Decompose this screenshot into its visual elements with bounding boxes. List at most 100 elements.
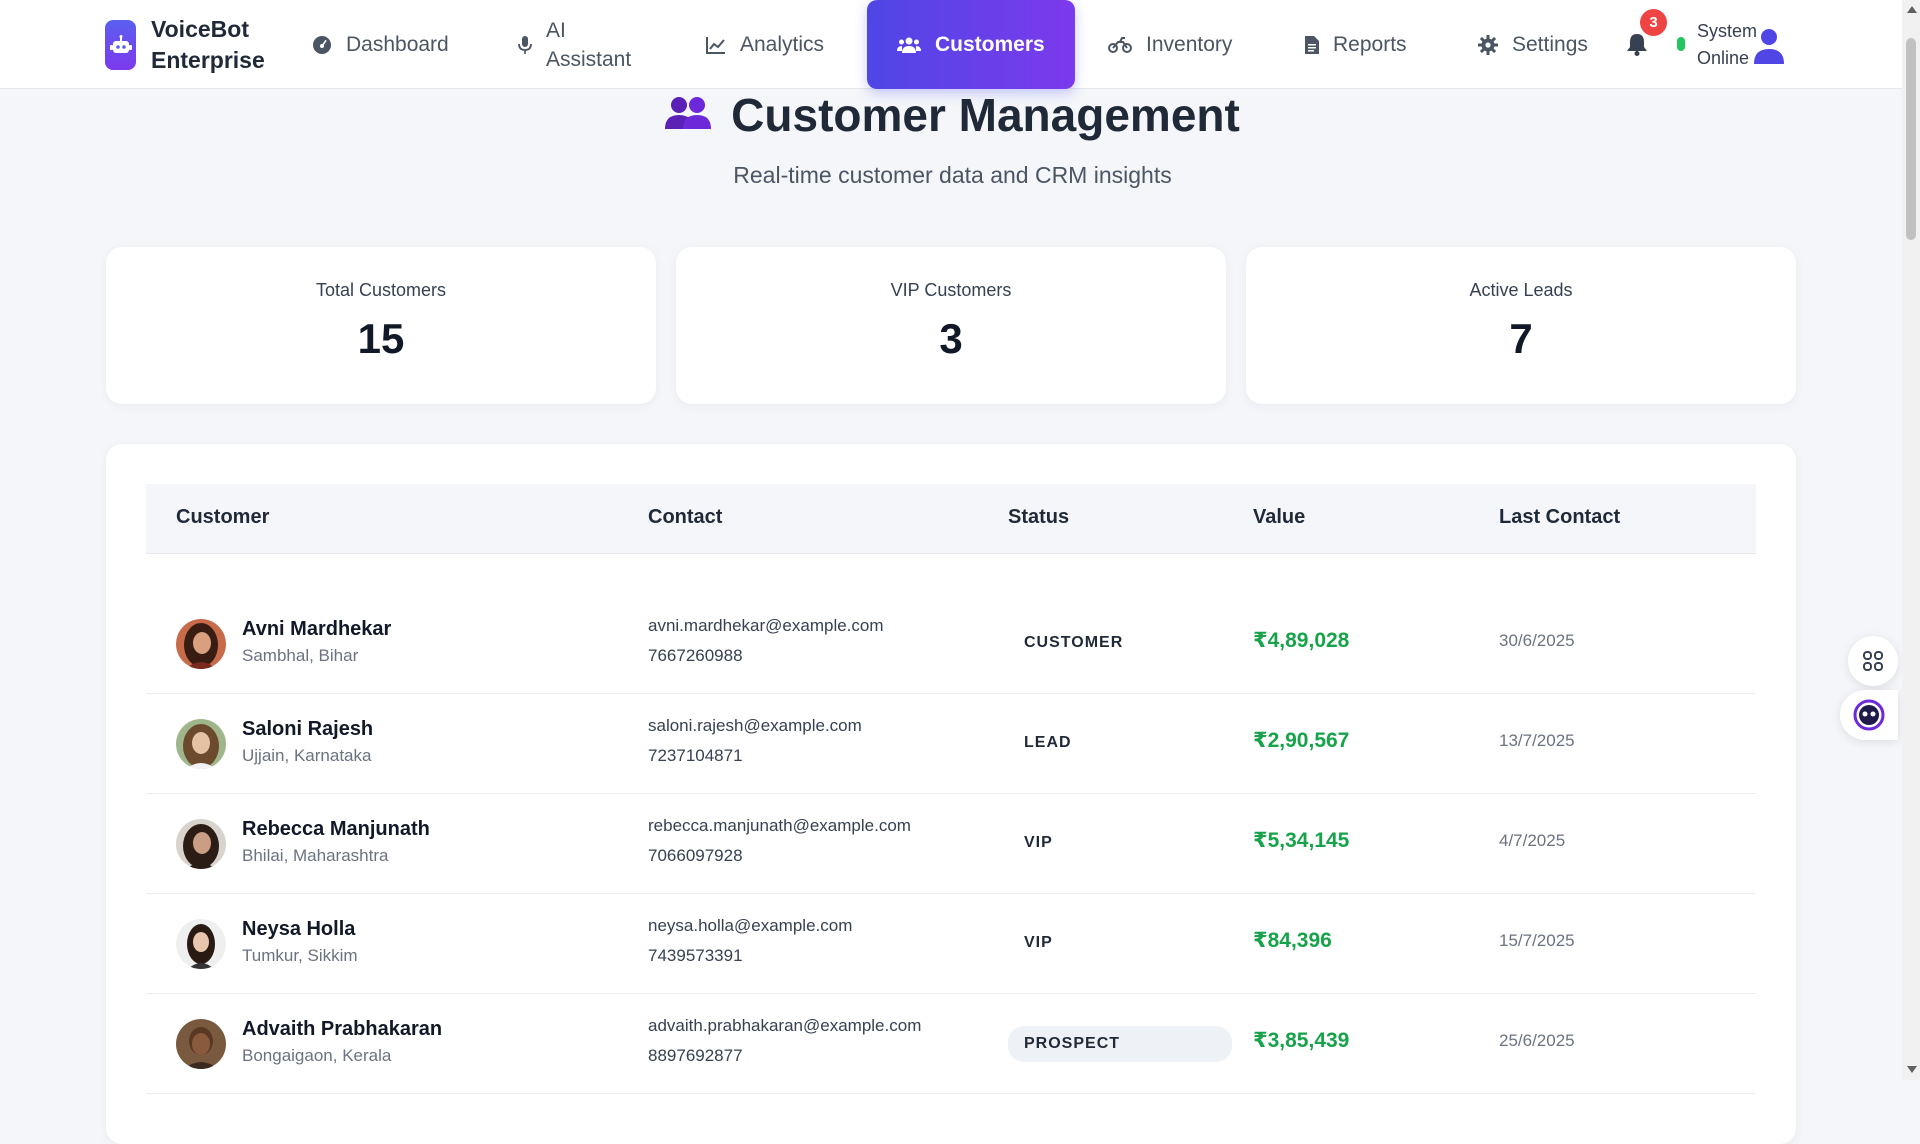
nav-label-settings: Settings [1512,32,1588,56]
brand[interactable]: VoiceBot Enterprise [105,14,265,76]
nav-label-assistant: Assistant [546,47,632,71]
stat-value: 3 [939,315,963,362]
gauge-icon [312,35,332,55]
line-chart-icon [706,36,726,54]
stat-value: 15 [357,315,405,362]
status-badge: LEAD [1024,734,1072,751]
table-row[interactable]: Advaith Prabhakaran Bongaigaon, Kerala a… [146,994,1756,1094]
customer-name: Neysa Holla [242,918,356,940]
nav-label-ai-assistant: AI Assistant [546,16,631,74]
table-header-row: Customer Contact Status Value Last Conta… [146,484,1756,554]
users-icon [897,36,921,54]
page-subtitle: Real-time customer data and CRM insights [733,162,1172,188]
nav-label-ai: AI [546,18,566,42]
column-header-status[interactable]: Status [1008,506,1069,529]
status-badge: PROSPECT [1008,1026,1232,1062]
stat-label: Active Leads [1469,280,1573,300]
online-status-dot [1677,37,1685,51]
nav-label-reports: Reports [1333,32,1407,56]
customer-email[interactable]: advaith.prabhakaran@example.com [648,1016,921,1036]
brand-name-line2: Enterprise [151,47,265,73]
brand-name: VoiceBot Enterprise [151,14,265,76]
table-row[interactable]: Rebecca Manjunath Bhilai, Maharashtra re… [146,794,1756,894]
column-header-value[interactable]: Value [1253,506,1305,529]
top-navbar: VoiceBot Enterprise Dashboard AI Assista… [0,0,1920,89]
scroll-up-arrow-icon[interactable] [1907,6,1917,13]
document-icon [1305,35,1319,54]
customer-email[interactable]: saloni.rajesh@example.com [648,716,862,736]
stat-card-active-leads: Active Leads 7 [1246,247,1796,404]
column-header-customer[interactable]: Customer [176,506,269,529]
customer-email[interactable]: neysa.holla@example.com [648,916,852,936]
status-badge: CUSTOMER [1024,634,1124,651]
nav-label-dashboard: Dashboard [346,32,449,56]
customer-value: ₹84,396 [1253,929,1332,952]
page-title: Customer Management [731,89,1240,141]
table-row[interactable]: Avni Mardhekar Sambhal, Bihar avni.mardh… [146,594,1756,694]
page-scrollbar[interactable] [1902,0,1920,1080]
customer-phone[interactable]: 7439573391 [648,946,743,966]
nav-item-customers[interactable]: Customers [867,0,1075,89]
customer-name: Rebecca Manjunath [242,818,430,840]
status-badge: VIP [1024,934,1053,951]
table-row[interactable]: Neysa Holla Tumkur, Sikkim neysa.holla@e… [146,894,1756,994]
nav-item-ai-assistant[interactable]: AI Assistant [518,0,631,89]
avatar [176,919,226,969]
customer-table-card: Customer Contact Status Value Last Conta… [106,444,1796,1144]
nav-item-analytics[interactable]: Analytics [706,0,824,89]
page-header: Customer Management Real-time customer d… [0,86,1905,189]
nav-item-dashboard[interactable]: Dashboard [312,0,449,89]
customer-value: ₹2,90,567 [1253,729,1350,752]
status-badge: VIP [1024,834,1053,851]
avatar [176,819,226,869]
scrollbar-thumb[interactable] [1906,38,1916,240]
users-icon [665,95,712,136]
nav-item-settings[interactable]: Settings [1478,0,1588,89]
customer-location: Sambhal, Bihar [242,646,359,665]
stat-value: 7 [1509,315,1533,362]
bell-icon[interactable] [1626,32,1648,61]
last-contact-date: 13/7/2025 [1499,731,1575,750]
customer-location: Ujjain, Karnataka [242,746,372,765]
customer-phone[interactable]: 8897692877 [648,1046,743,1066]
column-header-last-contact[interactable]: Last Contact [1499,506,1620,529]
customer-value: ₹3,85,439 [1253,1029,1350,1052]
motorcycle-icon [1108,36,1132,53]
last-contact-date: 30/6/2025 [1499,631,1575,650]
customer-value: ₹5,34,145 [1253,829,1350,852]
assistant-bot-icon[interactable] [1840,690,1898,740]
stat-label: VIP Customers [890,280,1012,300]
customer-value: ₹4,89,028 [1253,629,1350,652]
customer-phone[interactable]: 7667260988 [648,646,743,666]
last-contact-date: 4/7/2025 [1499,831,1566,850]
last-contact-date: 25/6/2025 [1499,1031,1575,1050]
avatar [176,719,226,769]
nav-label-analytics: Analytics [740,32,825,56]
nav-label-inventory: Inventory [1146,32,1233,56]
customer-email[interactable]: rebecca.manjunath@example.com [648,816,911,836]
customer-location: Bongaigaon, Kerala [242,1046,392,1065]
customer-email[interactable]: avni.mardhekar@example.com [648,616,884,636]
nav-label-customers: Customers [935,32,1045,56]
nav-item-reports[interactable]: Reports [1305,0,1407,89]
command-icon[interactable] [1848,636,1898,686]
gear-icon [1478,34,1498,55]
column-header-contact[interactable]: Contact [648,506,722,529]
customer-phone[interactable]: 7066097928 [648,846,743,866]
stat-card-vip-customers: VIP Customers 3 [676,247,1226,404]
microphone-icon [518,35,532,55]
customer-phone[interactable]: 7237104871 [648,746,743,766]
table-row[interactable]: Saloni Rajesh Ujjain, Karnataka saloni.r… [146,694,1756,794]
last-contact-date: 15/7/2025 [1499,931,1575,950]
scroll-down-arrow-icon[interactable] [1907,1066,1917,1073]
notification-badge: 3 [1640,9,1667,36]
avatar [176,1019,226,1069]
user-avatar-icon[interactable] [1752,28,1786,71]
customer-name: Saloni Rajesh [242,718,374,740]
brand-name-line1: VoiceBot [151,16,249,42]
stat-label: Total Customers [315,280,447,300]
customer-location: Bhilai, Maharashtra [242,846,389,865]
nav-item-inventory[interactable]: Inventory [1108,0,1232,89]
avatar [176,619,226,669]
customer-location: Tumkur, Sikkim [242,946,358,965]
